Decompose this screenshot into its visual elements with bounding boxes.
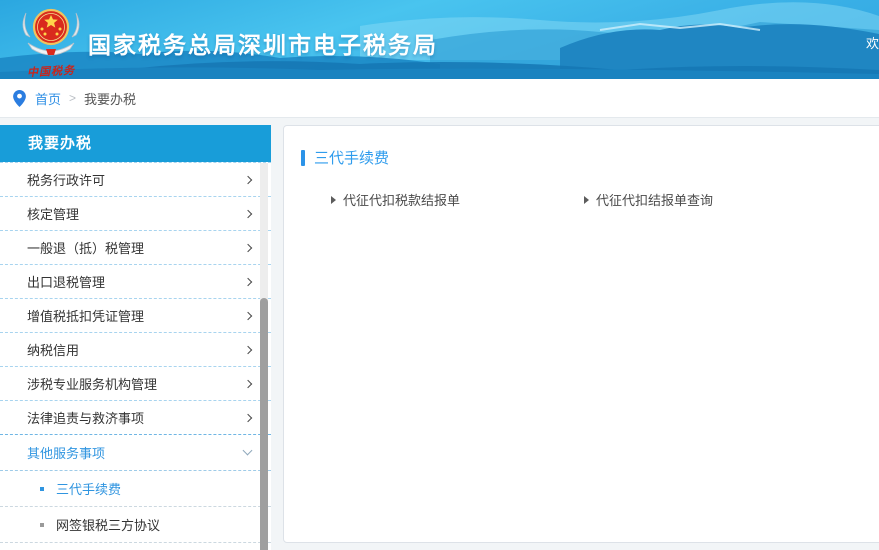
- sidebar-item-tax-credit[interactable]: 纳税信用: [0, 332, 271, 366]
- sidebar-item-label: 其他服务事项: [27, 443, 105, 462]
- sidebar-header: 我要办税: [0, 125, 271, 162]
- sidebar-item-label: 纳税信用: [27, 340, 79, 359]
- menu-divider: [0, 542, 271, 543]
- section-links: 代征代扣税款结报单 代征代扣结报单查询: [284, 182, 879, 222]
- scrollbar-thumb[interactable]: [260, 298, 268, 550]
- sidebar-item-label: 涉税专业服务机构管理: [27, 374, 157, 393]
- sidebar-item-tax-service-org[interactable]: 涉税专业服务机构管理: [0, 366, 271, 400]
- sidebar-item-other-services[interactable]: 其他服务事项: [0, 434, 271, 470]
- chevron-right-icon: [244, 175, 252, 183]
- sidebar-item-label: 出口退税管理: [27, 272, 105, 291]
- sidebar-item-vat-deduction[interactable]: 增值税抵扣凭证管理: [0, 298, 271, 332]
- chevron-right-icon: [244, 413, 252, 421]
- triangle-bullet-icon: [584, 196, 589, 204]
- sidebar-item-assessment-mgmt[interactable]: 核定管理: [0, 196, 271, 230]
- triangle-bullet-icon: [331, 196, 336, 204]
- chevron-right-icon: [244, 345, 252, 353]
- sidebar: 我要办税 税务行政许可 核定管理 一般退（抵）税管理 出口退税管理 增值税抵扣凭…: [0, 125, 271, 550]
- chevron-right-icon: [244, 243, 252, 251]
- sidebar-item-label: 税务行政许可: [27, 170, 105, 189]
- sidebar-scrollbar[interactable]: [260, 163, 268, 550]
- breadcrumb-home[interactable]: 首页: [35, 89, 61, 108]
- main-panel: 三代手续费 代征代扣税款结报单 代征代扣结报单查询: [283, 125, 879, 543]
- bullet-icon: [40, 487, 44, 491]
- link-label: 代征代扣结报单查询: [596, 190, 713, 209]
- sidebar-item-label: 增值税抵扣凭证管理: [27, 306, 144, 325]
- tax-emblem-logo: 中国税务: [16, 5, 86, 77]
- sidebar-subitem-sandai-fee[interactable]: 三代手续费: [0, 470, 271, 506]
- sidebar-subitem-label: 网签银税三方协议: [56, 515, 160, 534]
- breadcrumb-current: 我要办税: [84, 89, 136, 108]
- location-pin-icon: [13, 90, 26, 107]
- sidebar-item-tax-admin-license[interactable]: 税务行政许可: [0, 162, 271, 196]
- sidebar-item-label: 法律追责与救济事项: [27, 408, 144, 427]
- sidebar-subitem-label: 三代手续费: [56, 479, 121, 498]
- section-title: 三代手续费: [314, 147, 389, 168]
- sidebar-item-legal-remedy[interactable]: 法律追责与救济事项: [0, 400, 271, 434]
- link-withholding-settlement-form[interactable]: 代征代扣税款结报单: [331, 190, 460, 209]
- bullet-icon: [40, 523, 44, 527]
- sidebar-item-label: 核定管理: [27, 204, 79, 223]
- breadcrumb: 首页 > 我要办税: [0, 79, 879, 118]
- sidebar-item-general-refund[interactable]: 一般退（抵）税管理: [0, 230, 271, 264]
- chevron-right-icon: [244, 311, 252, 319]
- site-header: 中国税务 国家税务总局深圳市电子税务局 欢: [0, 0, 879, 79]
- header-right-text: 欢: [866, 33, 879, 52]
- sidebar-item-label: 一般退（抵）税管理: [27, 238, 144, 257]
- logo-caption: 中国税务: [16, 61, 87, 79]
- sidebar-item-export-refund[interactable]: 出口退税管理: [0, 264, 271, 298]
- chevron-right-icon: [244, 277, 252, 285]
- sidebar-subitem-bank-tax-agreement[interactable]: 网签银税三方协议: [0, 506, 271, 542]
- chevron-right-icon: [244, 379, 252, 387]
- chevron-right-icon: [244, 209, 252, 217]
- link-withholding-settlement-query[interactable]: 代征代扣结报单查询: [584, 190, 713, 209]
- chevron-down-icon: [243, 446, 253, 456]
- link-label: 代征代扣税款结报单: [343, 190, 460, 209]
- page: 中国税务 国家税务总局深圳市电子税务局 欢 首页 > 我要办税 我要办税 税务行…: [0, 0, 879, 550]
- tax-emblem-icon: [18, 5, 84, 61]
- section-header: 三代手续费: [301, 147, 879, 168]
- section-accent-bar: [301, 150, 305, 166]
- site-title: 国家税务总局深圳市电子税务局: [88, 26, 438, 60]
- breadcrumb-separator-icon: >: [69, 91, 76, 105]
